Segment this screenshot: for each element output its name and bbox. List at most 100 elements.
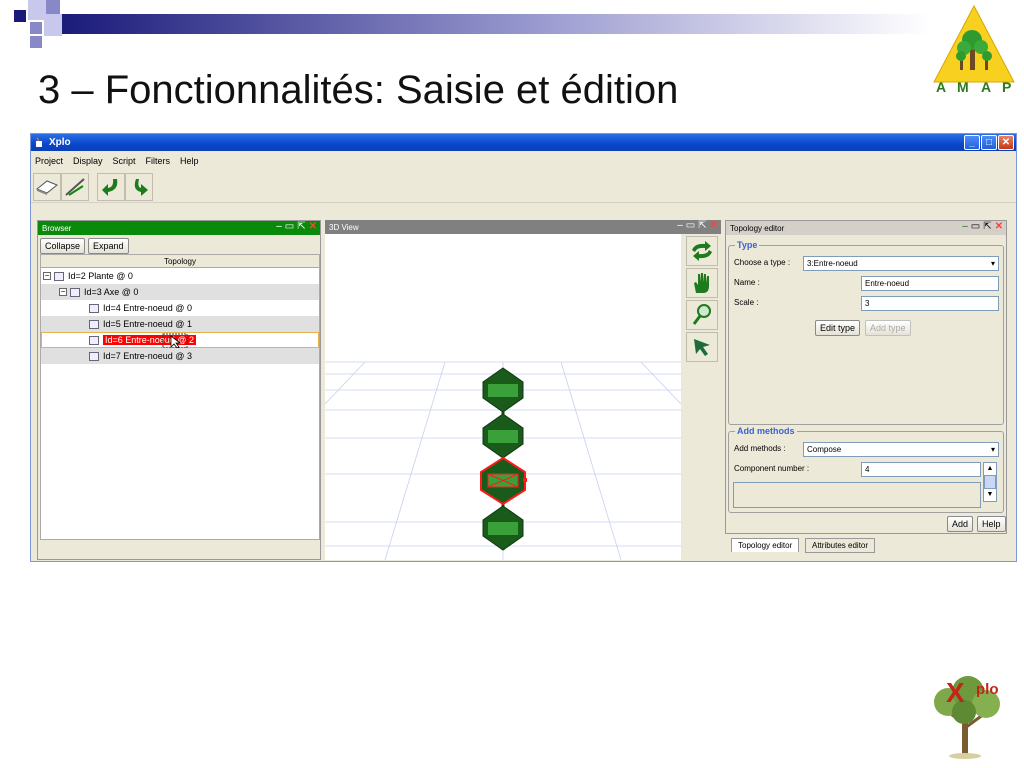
minimize-panel-icon[interactable]: – (677, 221, 683, 231)
menu-script[interactable]: Script (113, 156, 136, 166)
collapse-toggle-icon[interactable]: − (59, 288, 67, 296)
type-legend: Type (735, 240, 760, 250)
redo-button[interactable] (125, 172, 153, 201)
chevron-down-icon: ▾ (990, 445, 995, 454)
minimize-button[interactable]: _ (964, 135, 980, 150)
add-button[interactable]: Add (947, 516, 974, 532)
topology-tree: Topology − Id=2 Plante @ 0 − Id=3 Axe @ … (40, 254, 320, 540)
zoom-button[interactable] (686, 300, 718, 330)
name-label: Name : (734, 278, 760, 287)
collapse-toggle-icon[interactable]: − (43, 272, 51, 280)
tree-row-selected[interactable]: Id=6 Entre-noeud @ 2 (41, 332, 319, 349)
maximize-panel-icon[interactable]: ▭ (686, 221, 695, 231)
add-methods-fieldset: Add methods Add methods : Compose ▾ Comp… (728, 426, 1004, 513)
collapse-button[interactable]: Collapse (40, 238, 86, 254)
3d-canvas[interactable] (325, 234, 681, 560)
tab-topology-editor[interactable]: Topology editor (731, 538, 800, 552)
detach-panel-icon[interactable]: ⇱ (698, 221, 706, 231)
topology-editor-title: Topology editor (730, 223, 785, 233)
view3d-header: 3D View – ▭ ⇱ ✕ (325, 220, 721, 234)
zoom-icon (692, 304, 711, 325)
maximize-panel-icon[interactable]: ▭ (971, 222, 980, 232)
amap-letter: A (936, 79, 946, 94)
close-button[interactable]: ✕ (998, 135, 1014, 150)
menu-display[interactable]: Display (73, 156, 103, 166)
rotate-icon (692, 241, 712, 261)
menu-help[interactable]: Help (180, 156, 199, 166)
view3d-panel: 3D View – ▭ ⇱ ✕ (325, 220, 721, 560)
pan-button[interactable] (686, 268, 718, 298)
leaf-node-icon (89, 335, 99, 345)
window-title: Xplo (49, 137, 71, 148)
hand-icon (694, 273, 709, 293)
tree-row[interactable]: Id=7 Entre-noeud @ 3 (41, 348, 319, 364)
select-button[interactable] (686, 332, 718, 362)
component-number-field[interactable]: 4 (861, 462, 981, 477)
undo-button[interactable] (97, 172, 125, 201)
menu-project[interactable]: Project (35, 156, 63, 166)
close-panel-icon[interactable]: ✕ (710, 221, 718, 231)
expand-button[interactable]: Expand (88, 238, 129, 254)
tab-attributes-editor[interactable]: Attributes editor (805, 538, 876, 553)
eraser-icon (36, 179, 58, 195)
choose-type-label: Choose a type : (734, 258, 791, 267)
tree-row[interactable]: − Id=3 Axe @ 0 (41, 284, 319, 300)
axis-node-icon (70, 287, 80, 297)
xplo-logo-text: plo (976, 681, 999, 698)
column-header[interactable]: Topology (41, 255, 319, 268)
help-button[interactable]: Help (977, 516, 1006, 532)
detach-panel-icon[interactable]: ⇱ (297, 222, 305, 232)
add-type-button[interactable]: Add type (865, 320, 911, 336)
choose-type-select[interactable]: 3:Entre-noeud ▾ (803, 256, 999, 271)
maximize-panel-icon[interactable]: ▭ (285, 222, 294, 232)
drag-cursor-icon (162, 333, 188, 349)
leaf-node-icon (89, 303, 99, 313)
tree-row-label: Id=2 Plante @ 0 (68, 271, 133, 281)
minimize-panel-icon[interactable]: – (276, 222, 282, 232)
add-methods-select[interactable]: Compose ▾ (803, 442, 999, 457)
close-panel-icon[interactable]: ✕ (309, 222, 317, 232)
topology-editor-panel: Topology editor – ▭ ⇱ ✕ Type Choose a ty… (725, 220, 1007, 534)
scissors-icon (65, 177, 85, 196)
leaf-node-icon (89, 319, 99, 329)
close-panel-icon[interactable]: ✕ (995, 222, 1003, 232)
java-cup-icon (36, 137, 42, 147)
methods-textarea[interactable] (733, 482, 981, 508)
detach-panel-icon[interactable]: ⇱ (983, 222, 991, 232)
amap-letter: A (981, 79, 991, 94)
spinner-up-icon[interactable]: ▲ (984, 463, 996, 475)
main-toolbar (31, 171, 1016, 203)
undo-icon (102, 178, 118, 196)
component-number-spinner[interactable]: ▲ ▼ (983, 462, 997, 502)
add-methods-legend: Add methods (735, 426, 797, 436)
select-arrow-icon (694, 339, 710, 356)
tree-row-label: Id=5 Entre-noeud @ 1 (103, 319, 192, 329)
eraser-button[interactable] (33, 172, 61, 201)
scissors-button[interactable] (61, 172, 89, 201)
browser-panel: Browser – ▭ ⇱ ✕ Collapse Expand Topology… (37, 220, 321, 560)
browser-header: Browser – ▭ ⇱ ✕ (38, 221, 320, 235)
view3d-title: 3D View (329, 222, 359, 232)
tree-row-label: Id=7 Entre-noeud @ 3 (103, 351, 192, 361)
leaf-node-icon (89, 351, 99, 361)
tree-row[interactable]: Id=4 Entre-noeud @ 0 (41, 300, 319, 316)
xplo-logo-x: X (946, 677, 965, 708)
maximize-button[interactable]: □ (981, 135, 997, 150)
topology-editor-header: Topology editor – ▭ ⇱ ✕ (726, 221, 1006, 235)
scale-field[interactable]: 3 (861, 296, 999, 311)
minimize-panel-icon[interactable]: – (962, 222, 968, 232)
tree-row-label: Id=4 Entre-noeud @ 0 (103, 303, 192, 313)
spinner-down-icon[interactable]: ▼ (984, 489, 996, 501)
window-titlebar[interactable]: Xplo _ □ ✕ (31, 134, 1016, 151)
rotate-button[interactable] (686, 236, 718, 266)
menu-bar: Project Display Script Filters Help (31, 151, 1016, 171)
redo-icon (134, 178, 148, 196)
tree-row[interactable]: − Id=2 Plante @ 0 (41, 268, 319, 284)
xplo-window: Xplo _ □ ✕ Project Display Script Filter… (30, 133, 1017, 562)
menu-filters[interactable]: Filters (146, 156, 171, 166)
edit-type-button[interactable]: Edit type (815, 320, 861, 336)
name-field[interactable]: Entre-noeud (861, 276, 999, 291)
tree-row[interactable]: Id=5 Entre-noeud @ 1 (41, 316, 319, 332)
chevron-down-icon: ▾ (990, 259, 995, 268)
add-methods-label: Add methods : (734, 444, 786, 453)
